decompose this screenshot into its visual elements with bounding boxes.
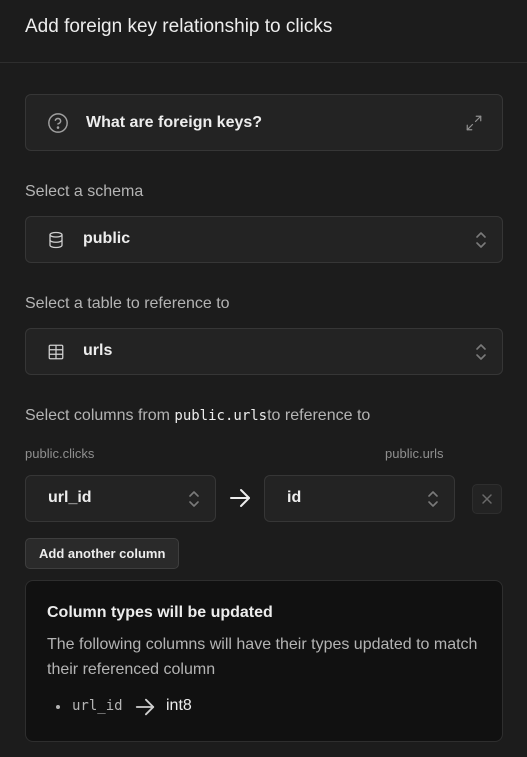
reference-table-code: public.urls xyxy=(174,408,268,424)
table-icon xyxy=(48,344,64,360)
type-update-notice: Column types will be updated The followi… xyxy=(25,580,503,742)
foreign-keys-help-accordion[interactable]: What are foreign keys? xyxy=(25,94,503,151)
arrow-right-icon xyxy=(135,698,155,716)
schema-label: Select a schema xyxy=(25,183,144,200)
columns-label: Select columns from public.urlsto refere… xyxy=(25,407,371,424)
chevrons-up-down-icon xyxy=(428,491,438,507)
notice-title: Column types will be updated xyxy=(47,604,273,621)
chevrons-up-down-icon xyxy=(189,491,199,507)
table-select[interactable]: urls xyxy=(25,328,503,375)
changed-column-name: url_id xyxy=(72,698,123,714)
target-column-value: id xyxy=(287,489,302,506)
remove-column-button[interactable] xyxy=(472,484,502,514)
panel-header: Add foreign key relationship to clicks xyxy=(0,0,527,63)
add-column-button[interactable]: Add another column xyxy=(25,538,180,569)
help-circle-icon xyxy=(48,113,68,133)
source-column-select[interactable]: url_id xyxy=(25,475,216,522)
target-column-select[interactable]: id xyxy=(264,475,455,522)
chevrons-up-down-icon xyxy=(476,232,486,248)
notice-body: The following columns will have their ty… xyxy=(47,636,478,678)
schema-value: public xyxy=(83,230,131,247)
expand-icon[interactable] xyxy=(465,114,483,132)
table-value: urls xyxy=(83,342,113,359)
panel-title: Add foreign key relationship to clicks xyxy=(25,16,333,37)
schema-select[interactable]: public xyxy=(25,216,503,263)
database-icon xyxy=(49,231,63,249)
new-column-type: int8 xyxy=(166,697,192,714)
target-table-label: public.urls xyxy=(385,446,444,461)
arrow-right-icon xyxy=(230,489,250,507)
source-table-label: public.clicks xyxy=(25,446,95,461)
bullet-dot xyxy=(56,705,60,709)
close-icon xyxy=(482,494,492,504)
table-label: Select a table to reference to xyxy=(25,295,230,312)
source-column-value: url_id xyxy=(48,489,92,506)
chevrons-up-down-icon xyxy=(476,344,486,360)
accordion-label: What are foreign keys? xyxy=(86,114,263,131)
